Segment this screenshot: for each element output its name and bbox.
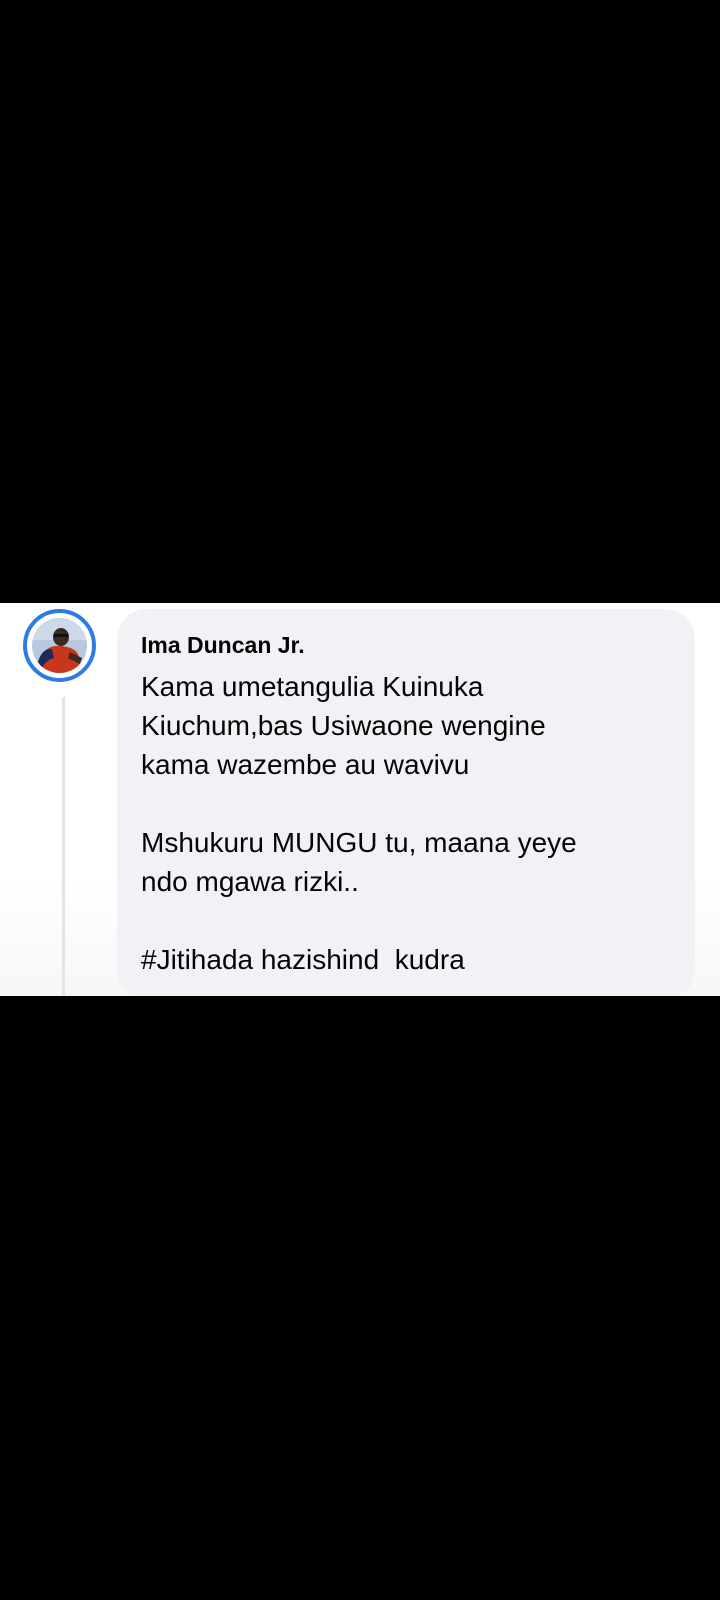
- thread-line: [62, 697, 65, 996]
- avatar-photo-icon: [32, 618, 87, 673]
- comment-line: Kiuchum,bas Usiwaone wengine: [141, 710, 546, 741]
- comment-item: Ima Duncan Jr. Kama umetangulia Kuinuka …: [0, 603, 720, 996]
- comment-line: kama wazembe au wavivu: [141, 749, 470, 780]
- comment-blank-line: [141, 901, 671, 940]
- comment-hashtag-line: #Jitihada hazishind kudra: [141, 944, 465, 975]
- avatar-story-ring[interactable]: [23, 609, 96, 682]
- comment-line: ndo mgawa rizki..: [141, 866, 359, 897]
- comment-text: Kama umetangulia Kuinuka Kiuchum,bas Usi…: [141, 667, 671, 979]
- comment-line: Kama umetangulia Kuinuka: [141, 671, 484, 702]
- comment-blank-line: [141, 784, 671, 823]
- comment-author[interactable]: Ima Duncan Jr.: [141, 630, 671, 660]
- comment-line: Mshukuru MUNGU tu, maana yeye: [141, 827, 577, 858]
- avatar[interactable]: [32, 618, 87, 673]
- comment-bubble[interactable]: Ima Duncan Jr. Kama umetangulia Kuinuka …: [117, 609, 695, 996]
- screen: Ima Duncan Jr. Kama umetangulia Kuinuka …: [0, 0, 720, 1600]
